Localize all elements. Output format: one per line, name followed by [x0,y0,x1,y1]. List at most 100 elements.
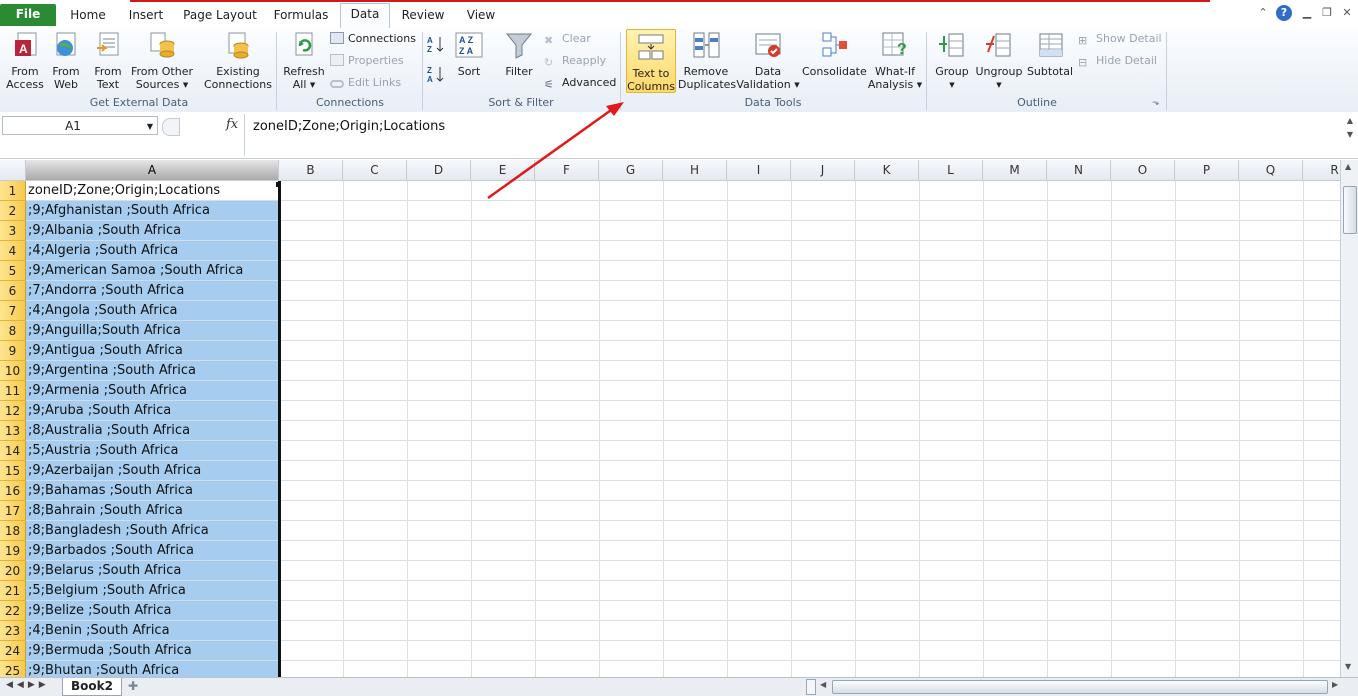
worksheet-grid[interactable]: ABCDEFGHIJKLMNOPQR 1 zoneID;Zone;Origin;L… [0,160,1340,677]
row-header[interactable]: 11 [0,381,26,401]
column-header-m[interactable]: M [983,160,1047,181]
empty-cells[interactable] [280,181,1340,677]
tab-review[interactable]: Review [396,5,450,27]
row-header[interactable]: 17 [0,501,26,521]
scroll-thumb[interactable] [1343,186,1357,234]
column-header-b[interactable]: B [279,160,343,181]
row-header[interactable]: 4 [0,241,26,261]
existing-connections-button[interactable]: Existing Connections [204,30,272,91]
edit-links-button[interactable]: Edit Links [330,75,401,91]
from-access-button[interactable]: A From Access [4,30,46,91]
from-other-sources-button[interactable]: From Other Sources ▼ [130,30,194,92]
row-header[interactable]: 14 [0,441,26,461]
row-header[interactable]: 16 [0,481,26,501]
insert-sheet-icon[interactable]: ✚ [128,679,138,693]
row-header[interactable]: 15 [0,461,26,481]
formula-input[interactable]: zoneID;Zone;Origin;Locations [244,114,1343,156]
advanced-filter-button[interactable]: ⚟ Advanced [544,75,616,91]
row-header[interactable]: 22 [0,601,26,621]
table-cell[interactable]: ;9;Antigua ;South Africa [26,341,279,361]
text-to-columns-button[interactable]: Text to Columns [626,29,676,93]
formula-bar-resize-handle[interactable] [162,118,180,136]
table-cell[interactable]: ;9;Barbados ;South Africa [26,541,279,561]
sort-button[interactable]: A Z Z A Sort [452,30,486,78]
subtotal-button[interactable]: Subtotal [1026,30,1074,78]
scroll-left-icon[interactable]: ◀ [820,680,826,689]
table-cell[interactable]: ;9;Aruba ;South Africa [26,401,279,421]
hide-detail-button[interactable]: ⊟ Hide Detail [1078,53,1157,69]
row-header[interactable]: 1 [0,181,26,201]
from-web-button[interactable]: From Web [48,30,84,91]
tab-page-layout[interactable]: Page Layout [180,5,260,27]
table-cell[interactable]: ;4;Angola ;South Africa [26,301,279,321]
column-header-n[interactable]: N [1047,160,1111,181]
table-cell[interactable]: ;5;Austria ;South Africa [26,441,279,461]
column-header-l[interactable]: L [919,160,983,181]
row-header[interactable]: 9 [0,341,26,361]
column-header-r[interactable]: R [1303,160,1340,181]
consolidate-button[interactable]: Consolidate [802,30,867,78]
table-cell[interactable]: ;4;Benin ;South Africa [26,621,279,641]
row-header[interactable]: 20 [0,561,26,581]
close-icon[interactable]: ✕ [1340,6,1354,20]
row-header[interactable]: 13 [0,421,26,441]
tab-insert[interactable]: Insert [120,5,172,27]
column-header-o[interactable]: O [1111,160,1175,181]
table-cell[interactable]: ;9;Afghanistan ;South Africa [26,201,279,221]
tab-view[interactable]: View [458,5,504,27]
table-cell[interactable]: ;8;Australia ;South Africa [26,421,279,441]
what-if-analysis-button[interactable]: ? What-If Analysis ▼ [866,30,924,92]
row-header[interactable]: 10 [0,361,26,381]
tab-formulas[interactable]: Formulas [268,5,334,27]
row-header[interactable]: 5 [0,261,26,281]
table-cell[interactable]: ;8;Bangladesh ;South Africa [26,521,279,541]
ungroup-button[interactable]: Ungroup ▼ [974,30,1024,92]
column-header-q[interactable]: Q [1239,160,1303,181]
reapply-button[interactable]: ↻ Reapply [544,53,606,69]
table-cell[interactable]: ;9;Belize ;South Africa [26,601,279,621]
help-icon[interactable]: ? [1276,5,1292,21]
row-header[interactable]: 2 [0,201,26,221]
row-header[interactable]: 23 [0,621,26,641]
filter-button[interactable]: Filter [500,30,538,78]
tab-data[interactable]: Data [340,3,390,29]
sort-z-to-a-button[interactable]: Z A [426,64,446,87]
row-header[interactable]: 25 [0,661,26,677]
vertical-scrollbar[interactable]: ▲ ▼ [1340,160,1358,677]
data-validation-button[interactable]: Data Validation ▼ [736,30,800,92]
column-header-p[interactable]: P [1175,160,1239,181]
column-header-c[interactable]: C [343,160,407,181]
column-header-k[interactable]: K [855,160,919,181]
group-button[interactable]: Group ▼ [932,30,972,92]
scroll-down-icon[interactable]: ▼ [1345,662,1351,671]
active-cell[interactable]: zoneID;Zone;Origin;Locations [26,181,279,201]
tab-split-handle[interactable] [806,679,816,695]
table-cell[interactable]: ;4;Algeria ;South Africa [26,241,279,261]
row-header[interactable]: 18 [0,521,26,541]
tab-home[interactable]: Home [62,5,114,27]
tab-file[interactable]: File [0,4,56,26]
properties-button[interactable]: Properties [330,53,404,69]
row-header[interactable]: 7 [0,301,26,321]
name-box[interactable]: A1 ▼ [2,116,158,135]
fill-handle[interactable] [276,182,281,187]
row-header[interactable]: 19 [0,541,26,561]
formula-bar-expand-icon[interactable]: ▲ ▼ [1344,114,1356,156]
column-header-i[interactable]: I [727,160,791,181]
refresh-all-button[interactable]: Refresh All ▼ [282,30,326,92]
from-text-button[interactable]: From Text [88,30,128,91]
table-cell[interactable]: ;9;Bahamas ;South Africa [26,481,279,501]
column-header-d[interactable]: D [407,160,471,181]
table-cell[interactable]: ;9;Albania ;South Africa [26,221,279,241]
minimize-icon[interactable]: ▁ [1300,6,1314,20]
scroll-right-icon[interactable]: ▶ [1332,680,1338,689]
table-cell[interactable]: ;9;Azerbaijan ;South Africa [26,461,279,481]
connections-button[interactable]: Connections [330,31,416,47]
insert-function-icon[interactable]: fx [226,117,238,132]
horizontal-scroll-thumb[interactable] [832,680,1328,694]
row-header[interactable]: 12 [0,401,26,421]
scroll-up-icon[interactable]: ▲ [1345,162,1351,171]
sort-a-to-z-button[interactable]: A Z [426,34,446,57]
restore-icon[interactable]: ❐ [1320,6,1334,20]
table-cell[interactable]: ;8;Bahrain ;South Africa [26,501,279,521]
